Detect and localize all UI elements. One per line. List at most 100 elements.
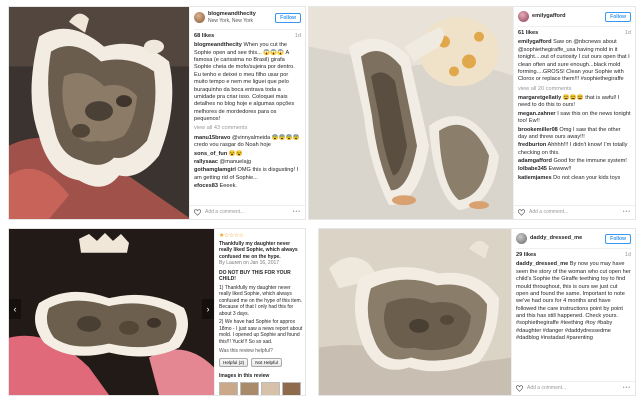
comment: margaretgellatly 😫😫😫 that is awful! I ne…: [518, 95, 631, 110]
likes-row: 29 likes 1d: [516, 252, 631, 259]
helpful-yes-button[interactable]: Helpful (2): [219, 357, 249, 367]
review-photo[interactable]: [9, 229, 214, 395]
caption: emilygafford Saw on @nbcnews about @soph…: [518, 39, 631, 83]
comment-bar: Add a comment... •••: [512, 381, 635, 395]
review-headline: DO NOT BUY THIS FOR YOUR CHILD!: [219, 269, 291, 283]
helpful-no-button[interactable]: Not Helpful: [251, 357, 282, 367]
comment: brookemiller08 Omg I saw that the other …: [518, 127, 631, 142]
more-icon[interactable]: •••: [623, 209, 631, 216]
caption-text: When you cut the Sophie open and see thi…: [194, 42, 295, 123]
instagram-post-blogmeandthecity: blogmeandthecity New York, New York Foll…: [8, 6, 306, 220]
comment-user[interactable]: lolbabe345: [518, 166, 547, 172]
username[interactable]: blogmeandthecity: [208, 11, 256, 18]
review-thumbnail[interactable]: [240, 382, 259, 395]
comment: megan.zahner I saw this on the news toni…: [518, 111, 631, 126]
cut-sophie-photo: [9, 7, 191, 219]
instagram-post-daddy-dressed-me: daddy_dressed_me Follow 29 likes 1d dadd…: [318, 228, 636, 396]
cut-sophie-photo: [319, 229, 513, 395]
comment-user[interactable]: margaretgellatly: [518, 95, 561, 101]
avatar[interactable]: [518, 11, 529, 22]
comment-text: @manuelajg: [219, 158, 252, 165]
post-sidebar: daddy_dressed_me Follow 29 likes 1d dadd…: [511, 229, 635, 395]
comment-text: Ewwww!!: [548, 166, 572, 173]
likes-row: 61 likes 1d: [518, 30, 631, 37]
post-age: 1d: [624, 30, 631, 36]
post-header: blogmeandthecity New York, New York Foll…: [194, 11, 301, 30]
heart-icon[interactable]: [518, 209, 525, 216]
helpful-question: Was this review helpful?: [219, 348, 273, 355]
review-thumbnail[interactable]: [282, 382, 301, 395]
comment-user[interactable]: sons_of_fun: [194, 151, 227, 157]
likes-count[interactable]: 29 likes: [516, 252, 536, 259]
avatar[interactable]: [516, 233, 527, 244]
comment-user[interactable]: manu15bravo: [194, 135, 230, 141]
review-images-title: Images in this review: [219, 372, 270, 379]
review-thumbnail[interactable]: [261, 382, 280, 395]
username[interactable]: daddy_dressed_me: [530, 235, 582, 242]
post-header: emilygafford Follow: [518, 11, 631, 27]
comment: adamgafford Good for the immune system!: [518, 158, 631, 165]
follow-button[interactable]: Follow: [275, 12, 301, 23]
comment-user[interactable]: katiemjames: [518, 175, 552, 181]
comment: sons_of_fun 😵😵: [194, 151, 301, 158]
caption-username[interactable]: blogmeandthecity: [194, 42, 242, 48]
comment-user[interactable]: rallysaac: [194, 159, 218, 165]
cut-sophie-photo: [309, 7, 515, 219]
post-sidebar: emilygafford Follow 61 likes 1d emilygaf…: [513, 7, 635, 219]
more-icon[interactable]: •••: [293, 209, 301, 216]
review-author: By Lauren on Jan 16, 2017: [219, 260, 280, 267]
chevron-right-icon[interactable]: ›: [202, 299, 214, 319]
comment-user[interactable]: brookemiller08: [518, 127, 558, 133]
comment-text: Eeeek.: [219, 183, 237, 190]
follow-button[interactable]: Follow: [605, 233, 631, 244]
comment: fredburton Ahhhh!!! I didn't know! I'm t…: [518, 142, 631, 157]
view-all-comments-link[interactable]: view all 20 comments: [518, 86, 631, 93]
review-text-panel: ★☆☆☆☆ Thankfully my daughter never reall…: [214, 229, 305, 395]
comment-user[interactable]: megan.zahner: [518, 111, 556, 117]
add-comment-input[interactable]: Add a comment...: [529, 209, 568, 216]
heart-icon[interactable]: [516, 385, 523, 392]
comment: manu15bravo @vinnyalmeida 😨😨😨😨 credo vou…: [194, 135, 301, 150]
comment: lolbabe345 Ewwww!!: [518, 166, 631, 173]
review-title[interactable]: Thankfully my daughter never really like…: [219, 241, 303, 261]
cut-sophie-photo: [9, 229, 214, 395]
post-header: daddy_dressed_me Follow: [516, 233, 631, 249]
heart-icon[interactable]: [194, 209, 201, 216]
caption-text: By now you may have seen the story of th…: [516, 261, 631, 342]
post-sidebar: blogmeandthecity New York, New York Foll…: [189, 7, 305, 219]
comment: rallysaac @manuelajg: [194, 159, 301, 166]
star-rating: ★☆☆☆☆: [219, 233, 244, 239]
caption: daddy_dressed_me By now you may have see…: [516, 261, 631, 342]
caption-text: Saw on @nbcnews about @sophiethegiraffe_…: [518, 39, 630, 83]
post-photo[interactable]: [9, 7, 191, 219]
review-thumbnails: [219, 382, 303, 395]
add-comment-input[interactable]: Add a comment...: [205, 209, 244, 216]
comment-bar: Add a comment... •••: [514, 205, 635, 219]
caption-username[interactable]: emilygafford: [518, 39, 552, 45]
comment-user[interactable]: gothamglamgirl: [194, 167, 236, 173]
comment-user[interactable]: fredburton: [518, 142, 546, 148]
comment-user[interactable]: efoces83: [194, 183, 218, 189]
caption-username[interactable]: daddy_dressed_me: [516, 261, 568, 267]
comment-bar: Add a comment... •••: [190, 205, 305, 219]
review-body: 1) Thankfully my daughter never really l…: [219, 284, 303, 317]
follow-button[interactable]: Follow: [605, 11, 631, 22]
post-photo[interactable]: [309, 7, 515, 219]
product-review: ‹ › ★☆☆☆☆ Thankfully my daughter never r…: [8, 228, 306, 396]
likes-count[interactable]: 61 likes: [518, 30, 538, 37]
username[interactable]: emilygafford: [532, 13, 566, 20]
avatar[interactable]: [194, 12, 205, 24]
location[interactable]: New York, New York: [208, 18, 256, 25]
likes-count[interactable]: 68 likes: [194, 33, 214, 40]
post-photo[interactable]: [319, 229, 513, 395]
more-icon[interactable]: •••: [623, 385, 631, 392]
helpful-buttons: Helpful (2) Not Helpful: [219, 357, 303, 367]
chevron-left-icon[interactable]: ‹: [9, 299, 21, 319]
comment-text: 😵😵: [228, 150, 243, 157]
review-thumbnail[interactable]: [219, 382, 238, 395]
view-all-comments-link[interactable]: view all 43 comments: [194, 125, 301, 132]
add-comment-input[interactable]: Add a comment...: [527, 385, 566, 392]
caption: blogmeandthecity When you cut the Sophie…: [194, 42, 301, 123]
comment-user[interactable]: adamgafford: [518, 158, 552, 164]
comment: katiemjames Do not clean your kids toys: [518, 175, 631, 182]
